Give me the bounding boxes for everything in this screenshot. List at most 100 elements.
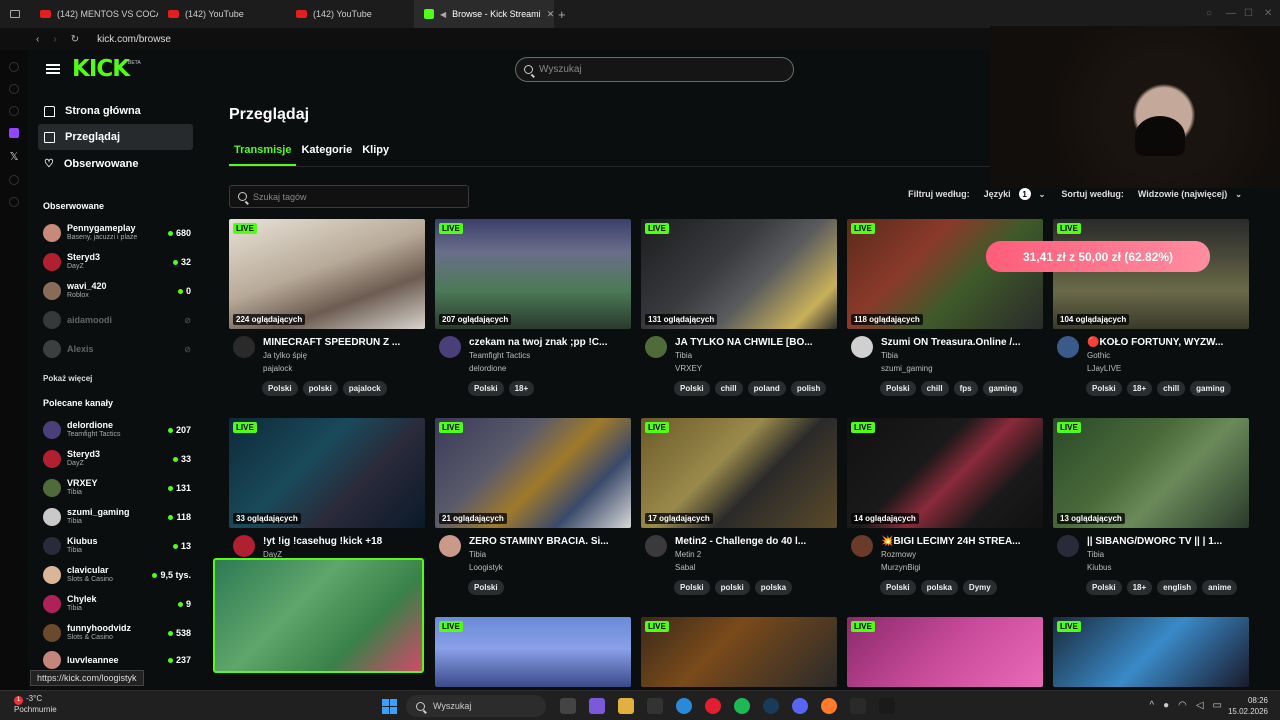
stream-tag[interactable]: 18+ [1126, 580, 1153, 595]
weather-widget[interactable]: 1 -3°C Pochmurnie [14, 694, 57, 715]
stream-tag[interactable]: Polski [1086, 381, 1122, 396]
discord-icon[interactable] [792, 698, 808, 714]
stream-card[interactable]: LIVE [641, 617, 837, 687]
stream-title[interactable]: JA TYLKO NA CHWILE [BO... [675, 336, 837, 349]
tab-clips[interactable]: Klipy [357, 142, 394, 166]
stream-card[interactable]: LIVE [435, 617, 631, 687]
sidebar-app-icon[interactable] [9, 197, 19, 207]
stream-category[interactable]: Tibia [675, 349, 837, 362]
streamer-avatar[interactable] [645, 336, 667, 358]
nav-following[interactable]: ♡ Obserwowane [38, 151, 193, 177]
stream-card[interactable]: LIVE [1053, 617, 1249, 687]
stream-title[interactable]: Metin2 - Challenge do 40 l... [675, 535, 837, 548]
url-field[interactable]: kick.com/browse [97, 34, 171, 45]
teams-icon[interactable] [589, 698, 605, 714]
stream-title[interactable]: MINECRAFT SPEEDRUN Z ... [263, 336, 425, 349]
stream-card[interactable]: LIVE 131 oglądających JA TYLKO NA CHWILE… [641, 219, 837, 396]
recommended-channel[interactable]: delordione Teamfight Tactics 207 [43, 418, 191, 442]
stream-title[interactable]: !yt !ig !casehug !kick +18 [263, 535, 425, 548]
stream-thumbnail[interactable]: LIVE 118 oglądających [847, 219, 1043, 329]
followed-channel[interactable]: Pennygameplay Baseny, jacuzzi i plaże 680 [43, 221, 191, 245]
streamer-avatar[interactable] [851, 535, 873, 557]
stream-tag[interactable]: gaming [1190, 381, 1231, 396]
windows-start-icon[interactable] [382, 699, 397, 714]
stream-title[interactable]: || SIBANG/DWORC TV || | 1... [1087, 535, 1249, 548]
followed-channel[interactable]: aidamoodi ⊘ [43, 308, 191, 332]
stream-category[interactable]: Tibia [469, 548, 631, 561]
stream-tag[interactable]: chill [714, 381, 743, 396]
stream-tag[interactable]: Polski [674, 381, 710, 396]
streamer-avatar[interactable] [851, 336, 873, 358]
recommended-channel[interactable]: Kiubus Tibia 13 [43, 534, 191, 558]
back-icon[interactable]: ‹ [36, 34, 39, 45]
browser-tab-3[interactable]: (142) YouTube [286, 0, 414, 28]
sort-select[interactable]: Widzowie (najwięcej) [1138, 189, 1227, 199]
stream-tag[interactable]: fps [953, 381, 978, 396]
clock[interactable]: 08:26 15.02.2026 [1228, 695, 1268, 717]
stream-tag[interactable]: gaming [982, 381, 1024, 396]
spotify-icon[interactable] [734, 698, 750, 714]
new-tab-icon[interactable]: + [558, 7, 566, 22]
search-tabs-icon[interactable]: ○ [1206, 8, 1212, 19]
taskbar-search[interactable]: Wyszukaj [406, 695, 546, 717]
wifi-icon[interactable]: ◠ [1178, 700, 1187, 711]
stream-card[interactable]: LIVE 13 oglądających || SIBANG/DWORC TV … [1053, 418, 1249, 595]
stream-category[interactable]: Tibia [881, 349, 1043, 362]
stream-tag[interactable]: polish [790, 381, 827, 396]
forward-icon[interactable]: › [53, 34, 56, 45]
stream-thumbnail[interactable]: LIVE 224 oglądających [229, 219, 425, 329]
stream-category[interactable]: Tibia [1087, 548, 1249, 561]
stream-thumbnail[interactable]: LIVE 14 oglądających [847, 418, 1043, 528]
stream-title[interactable]: czekam na twoj znak ;pp !C... [469, 336, 631, 349]
menu-icon[interactable] [46, 64, 60, 74]
sidebar-app-icon[interactable] [9, 84, 19, 94]
stream-tag[interactable]: Polski [674, 580, 710, 595]
task-view-icon[interactable] [560, 698, 576, 714]
minimize-icon[interactable]: — [1226, 8, 1236, 19]
file-explorer-icon[interactable] [618, 698, 634, 714]
streamer-name[interactable]: delordione [469, 362, 631, 375]
stream-thumbnail[interactable]: LIVE 33 oglądających [229, 418, 425, 528]
kick-logo[interactable]: KICK [72, 56, 130, 82]
sidebar-app-icon[interactable] [9, 175, 19, 185]
edge-icon[interactable] [676, 698, 692, 714]
firefox-icon[interactable] [821, 698, 837, 714]
recommended-channel[interactable]: Chylek Tibia 9 [43, 592, 191, 616]
streamer-avatar[interactable] [1057, 336, 1079, 358]
streamer-name[interactable]: VRXEY [675, 362, 837, 375]
stream-tag[interactable]: Polski [1086, 580, 1122, 595]
recommended-channel[interactable]: luvvleannee 237 [43, 648, 191, 672]
streamer-name[interactable]: MurzynBigi [881, 561, 1043, 574]
steam-icon[interactable] [763, 698, 779, 714]
streamer-name[interactable]: LJayLIVE [1087, 362, 1249, 375]
stream-tag[interactable]: polski [302, 381, 338, 396]
tab-categories[interactable]: Kategorie [296, 142, 357, 166]
stream-thumbnail[interactable]: LIVE 13 oglądających [1053, 418, 1249, 528]
stream-card[interactable]: LIVE 224 oglądających MINECRAFT SPEEDRUN… [229, 219, 425, 396]
stream-thumbnail[interactable]: LIVE 131 oglądających [641, 219, 837, 329]
streamer-avatar[interactable] [233, 535, 255, 557]
streamer-avatar[interactable] [439, 336, 461, 358]
nav-home[interactable]: Strona główna [38, 98, 193, 124]
stream-tag[interactable]: Polski [468, 381, 504, 396]
streamer-avatar[interactable] [645, 535, 667, 557]
language-filter[interactable]: Języki [984, 189, 1011, 199]
stream-tag[interactable]: chill [1157, 381, 1186, 396]
stream-card[interactable]: LIVE 21 oglądających ZERO STAMINY BRACIA… [435, 418, 631, 595]
stream-card[interactable]: LIVE 17 oglądających Metin2 - Challenge … [641, 418, 837, 595]
recommended-channel[interactable]: funnyhoodvidz Slots & Casino 538 [43, 621, 191, 645]
close-window-icon[interactable]: ✕ [1264, 8, 1272, 19]
stream-tag[interactable]: poland [747, 381, 786, 396]
stream-title[interactable]: Szumi ON Treasura.Online /... [881, 336, 1043, 349]
stream-title[interactable]: 💥BIGI LECIMY 24H STREA... [881, 535, 1043, 548]
stream-tag[interactable]: pajalock [342, 381, 387, 396]
stream-title[interactable]: ZERO STAMINY BRACIA. Si... [469, 535, 631, 548]
sidebar-app-icon[interactable] [9, 62, 19, 72]
stream-category[interactable]: Ja tylko śpię [263, 349, 425, 362]
app-icon[interactable] [850, 698, 866, 714]
stream-thumbnail[interactable]: LIVE 21 oglądających [435, 418, 631, 528]
hover-stream-preview[interactable] [213, 558, 424, 673]
stream-card[interactable]: LIVE 207 oglądających czekam na twoj zna… [435, 219, 631, 396]
opera-icon[interactable] [705, 698, 721, 714]
x-icon[interactable]: 𝕏 [0, 150, 28, 163]
